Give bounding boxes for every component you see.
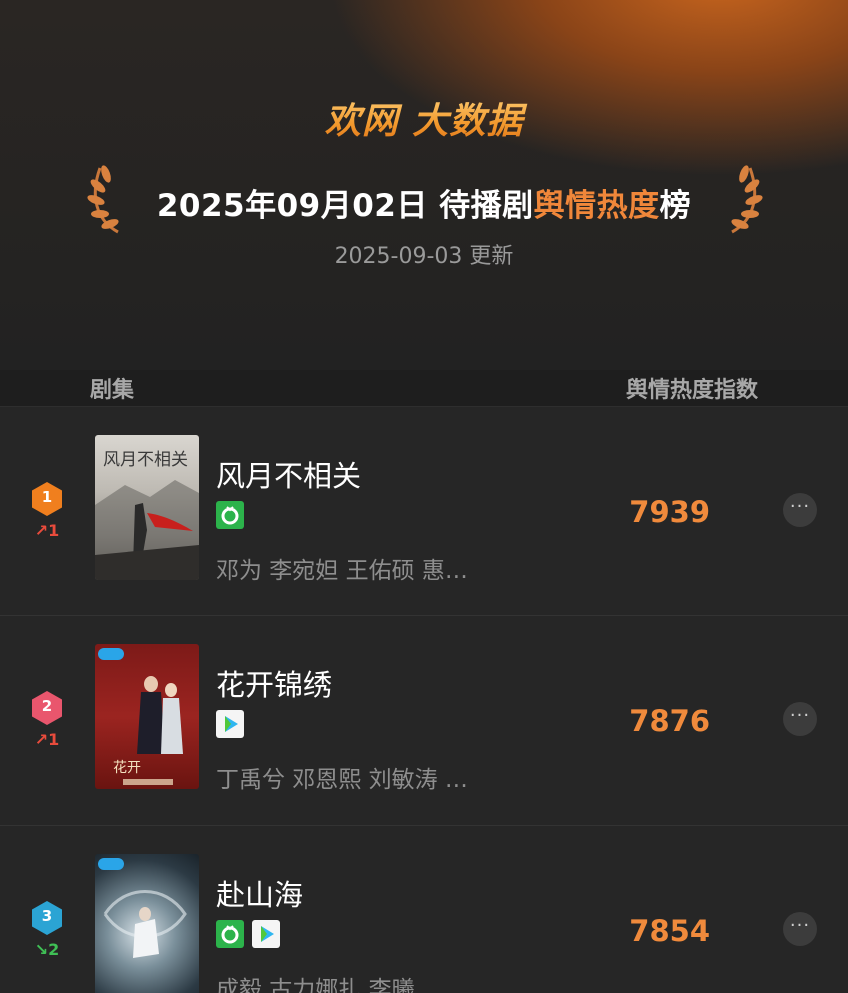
platform-list: [216, 920, 288, 948]
column-header-index: 舆情热度指数: [625, 378, 758, 403]
ranking-list: 1 ↗1 风月不相关 风月不相关 邓为 李宛妲 王佑硕 惠… 7939 ···: [0, 406, 848, 993]
trend-indicator: ↗1: [34, 521, 60, 540]
ranking-row[interactable]: 2 ↗1 花开 花开锦绣 丁禹兮 邓恩熙 刘敏涛 … 7876 ···: [0, 616, 848, 826]
poster-art: 花开: [113, 676, 183, 785]
drama-title[interactable]: 花开锦绣: [216, 662, 332, 704]
brand-logo: 欢网 大数据: [0, 92, 848, 144]
heat-index: 7854: [629, 914, 710, 948]
title-row: 2025年09月02日 待播剧舆情热度榜: [0, 160, 848, 240]
iqiyi-icon[interactable]: [216, 501, 244, 529]
poster-image[interactable]: [95, 854, 199, 993]
drama-title[interactable]: 风月不相关: [216, 453, 361, 495]
cast-list: 邓为 李宛妲 王佑硕 惠…: [216, 558, 468, 584]
trend-indicator: ↗1: [34, 730, 60, 749]
ranking-row[interactable]: 3 ↘2 赴山海 成毅 古力娜扎 李曦… 7854 ···: [0, 826, 848, 993]
rank-badge: 3: [31, 900, 63, 936]
heat-index: 7939: [629, 495, 710, 529]
poster-image[interactable]: 花开: [95, 644, 199, 789]
platform-list: [216, 501, 252, 529]
update-timestamp: 2025-09-03 更新: [334, 244, 514, 269]
poster-image[interactable]: 风月不相关: [95, 435, 199, 580]
platform-list: [216, 710, 252, 738]
tencent-video-icon[interactable]: [252, 920, 280, 948]
more-options-icon[interactable]: ···: [783, 912, 817, 946]
poster-art: [103, 890, 187, 958]
more-options-icon[interactable]: ···: [783, 702, 817, 736]
more-options-icon[interactable]: ···: [783, 493, 817, 527]
cast-list: 成毅 古力娜扎 李曦…: [216, 977, 438, 993]
rank-badge: 2: [31, 690, 63, 726]
heat-index: 7876: [629, 704, 710, 738]
poster-art: [95, 480, 199, 580]
ranking-row[interactable]: 1 ↗1 风月不相关 风月不相关 邓为 李宛妲 王佑硕 惠… 7939 ···: [0, 406, 848, 616]
tencent-video-icon[interactable]: [216, 710, 244, 738]
drama-title[interactable]: 赴山海: [216, 872, 303, 914]
iqiyi-icon[interactable]: [216, 920, 244, 948]
trend-indicator: ↘2: [34, 940, 60, 959]
rank-badge: 1: [31, 481, 63, 517]
header-banner: 欢网 大数据 2025年09月02日 待播剧舆情热度榜 2025-09-03 更…: [0, 0, 848, 370]
page-title: 2025年09月02日 待播剧舆情热度榜: [156, 188, 692, 224]
column-header-series: 剧集: [90, 378, 135, 403]
svg-text:花开: 花开: [113, 760, 141, 776]
cast-list: 丁禹兮 邓恩熙 刘敏涛 …: [216, 767, 468, 793]
laurel-right-icon: [731, 165, 763, 234]
